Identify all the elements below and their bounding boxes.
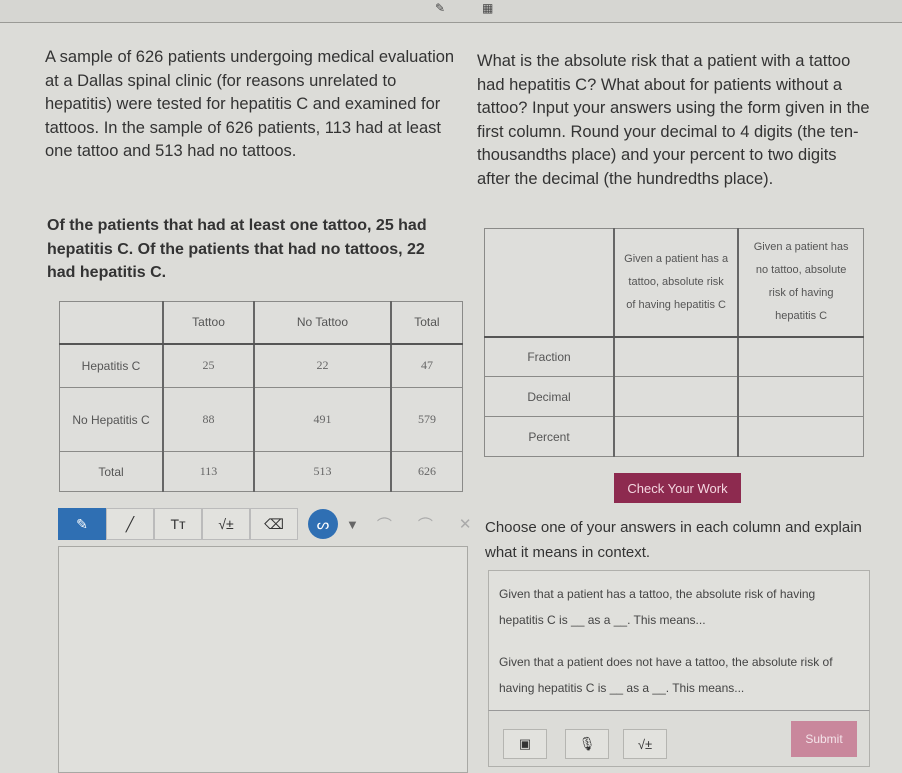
- text-tool-button[interactable]: Tт: [154, 508, 202, 540]
- table-row: Percent: [484, 416, 865, 457]
- pen-tool-button[interactable]: ✎: [58, 508, 106, 540]
- row-label: Percent: [484, 416, 615, 457]
- pencil-icon[interactable]: ✎: [435, 1, 445, 15]
- table-row: No Hepatitis C 88 491 579: [59, 387, 463, 452]
- submit-button[interactable]: Submit: [791, 721, 857, 757]
- header-cell: No Tattoo: [253, 301, 392, 345]
- explanation-line-tattoo: Given that a patient has a tattoo, the a…: [499, 587, 816, 627]
- pen-icon: ✎: [76, 515, 88, 532]
- math-tool-button[interactable]: √±: [202, 508, 250, 540]
- table-cell: 88: [162, 387, 256, 452]
- undo-icon[interactable]: ⌒: [377, 514, 392, 535]
- redo-icon[interactable]: ⌒: [418, 514, 433, 535]
- table-cell: 491: [253, 387, 392, 452]
- table-row: Fraction: [484, 336, 865, 377]
- table-cell: 25: [162, 343, 256, 388]
- table-cell: 626: [390, 451, 463, 492]
- table-cell: 47: [390, 343, 463, 388]
- header-cell: Tattoo: [162, 301, 256, 345]
- table-row: Hepatitis C 25 22 47: [59, 343, 463, 388]
- math-icon: √±: [637, 736, 653, 752]
- microphone-icon: 🎙: [578, 736, 596, 751]
- table-row: Decimal: [484, 376, 865, 417]
- row-label: Total: [59, 451, 164, 492]
- answer-input-notattoo-percent[interactable]: [737, 416, 865, 457]
- table-cell: 579: [390, 387, 463, 452]
- contingency-table: Tattoo No Tattoo Total Hepatitis C 25 22…: [59, 301, 463, 492]
- explanation-line-no-tattoo: Given that a patient does not have a tat…: [499, 655, 833, 695]
- explanation-textarea[interactable]: Given that a patient has a tattoo, the a…: [488, 570, 870, 712]
- line-tool-button[interactable]: ╱: [106, 508, 154, 540]
- risk-table: Given a patient has a tattoo, absolute r…: [484, 228, 865, 457]
- stroke-style-button[interactable]: ᔕ: [308, 509, 338, 539]
- header-cell: Total: [390, 301, 463, 345]
- row-label: Decimal: [484, 376, 615, 417]
- answer-input-tattoo-fraction[interactable]: [613, 336, 740, 377]
- insert-image-button[interactable]: ▣: [503, 729, 547, 759]
- check-your-work-button[interactable]: Check Your Work: [614, 473, 741, 503]
- line-icon: ╱: [125, 515, 135, 532]
- problem-detail: Of the patients that had at least one ta…: [47, 217, 427, 281]
- top-bar: ✎ ▦: [0, 0, 902, 23]
- squiggle-icon: ᔕ: [316, 515, 330, 532]
- answer-input-notattoo-fraction[interactable]: [737, 336, 865, 377]
- answer-input-tattoo-decimal[interactable]: [613, 376, 740, 417]
- calculator-icon[interactable]: ▦: [482, 1, 493, 15]
- answer-input-tattoo-percent[interactable]: [613, 416, 740, 457]
- header-cell: Given a patient has a tattoo, absolute r…: [613, 228, 740, 338]
- header-cell-empty: [484, 228, 615, 338]
- math-icon: √±: [218, 516, 234, 532]
- answer-input-notattoo-decimal[interactable]: [737, 376, 865, 417]
- drawing-canvas[interactable]: [58, 546, 468, 773]
- row-label: Hepatitis C: [59, 343, 164, 388]
- row-label: No Hepatitis C: [59, 387, 164, 452]
- chevron-down-icon[interactable]: ▼: [346, 517, 359, 532]
- answer-toolbar: ▣ 🎙 √± Submit: [488, 710, 870, 767]
- question-text: What is the absolute risk that a patient…: [477, 52, 870, 188]
- text-size-icon: Tт: [170, 516, 186, 532]
- explain-prompt: Choose one of your answers in each colum…: [485, 519, 862, 561]
- eraser-icon: ⌫: [264, 515, 284, 532]
- problem-intro: A sample of 626 patients undergoing medi…: [45, 48, 455, 160]
- math-input-button[interactable]: √±: [623, 729, 667, 759]
- row-label: Fraction: [484, 336, 615, 377]
- clear-icon[interactable]: ✕: [459, 515, 472, 533]
- table-cell: 113: [162, 451, 256, 492]
- table-cell: 22: [253, 343, 392, 388]
- table-cell: 513: [253, 451, 392, 492]
- eraser-tool-button[interactable]: ⌫: [250, 508, 298, 540]
- image-icon: ▣: [518, 736, 532, 751]
- microphone-button[interactable]: 🎙: [565, 729, 609, 759]
- header-cell-empty: [59, 301, 164, 345]
- drawing-toolbar: ✎ ╱ Tт √± ⌫ ᔕ ▼ ⌒ ⌒ ✕: [58, 508, 471, 540]
- table-row: Total 113 513 626: [59, 451, 463, 492]
- header-cell: Given a patient has no tattoo, absolute …: [737, 228, 865, 338]
